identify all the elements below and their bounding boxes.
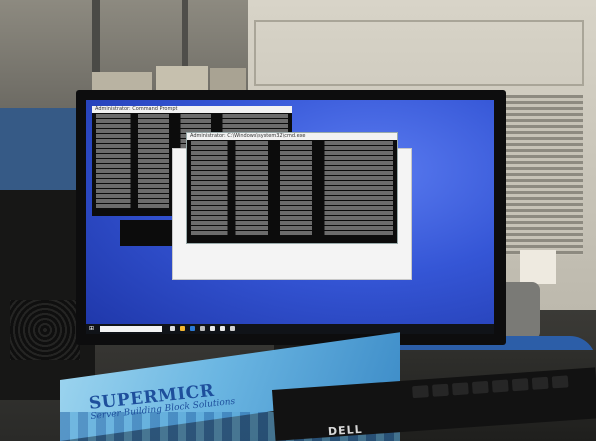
cmd-icon[interactable] (210, 326, 215, 331)
console-text-line (191, 186, 393, 190)
console-text-line (191, 166, 393, 170)
taskbar-search-box[interactable] (100, 326, 162, 332)
console-text-line (191, 191, 393, 195)
dell-logo: DELL (327, 422, 364, 439)
console-text-line (191, 141, 393, 145)
console-text-line (191, 156, 393, 160)
console-text-line (191, 196, 393, 200)
window-title: Administrator: Command Prompt (92, 106, 292, 113)
keyboard-key (511, 378, 529, 392)
cabinet-panel (254, 20, 584, 86)
console-text-line (191, 221, 393, 225)
console-text-line (191, 201, 393, 205)
blue-shelf (0, 108, 80, 198)
monitor-screen: Administrator: Command Prompt Administra… (86, 100, 494, 334)
keyboard-key (471, 380, 489, 395)
cmd-icon[interactable] (220, 326, 225, 331)
console-text-line (96, 114, 288, 118)
console-text-line (191, 216, 393, 220)
edge-icon[interactable] (190, 326, 195, 331)
console-text-line (191, 176, 393, 180)
console-text-line (191, 181, 393, 185)
task-view-icon[interactable] (170, 326, 175, 331)
console-text-line (191, 211, 393, 215)
keyboard-key (491, 379, 509, 393)
keyboard-key (432, 383, 449, 397)
keyboard-key (531, 376, 549, 390)
keyboard-key (551, 375, 569, 389)
store-icon[interactable] (200, 326, 205, 331)
chassis-vent (10, 300, 80, 360)
cabinet-label (520, 250, 556, 284)
console-text-line (191, 231, 393, 235)
file-explorer-icon[interactable] (180, 326, 185, 331)
console-text-line (191, 206, 393, 210)
app-icon[interactable] (230, 326, 235, 331)
system-clock[interactable] (464, 325, 490, 333)
window-title: Administrator: C:\Windows\system32\cmd.e… (187, 133, 397, 140)
keyboard-key (451, 382, 469, 396)
windows-start-icon[interactable]: ⊞ (89, 326, 95, 332)
keyboard-key (412, 385, 429, 399)
taskbar: ⊞ (86, 324, 494, 334)
console-text-line (191, 151, 393, 155)
console-text-line (191, 146, 393, 150)
console-text-line (191, 171, 393, 175)
console-text-line (96, 119, 288, 123)
console-text-line (191, 161, 393, 165)
cabinet-vent (505, 95, 583, 255)
console-text-line (191, 226, 393, 230)
console-text-line (96, 124, 288, 128)
console-window-front[interactable]: Administrator: C:\Windows\system32\cmd.e… (186, 132, 398, 244)
console-output (187, 140, 397, 243)
